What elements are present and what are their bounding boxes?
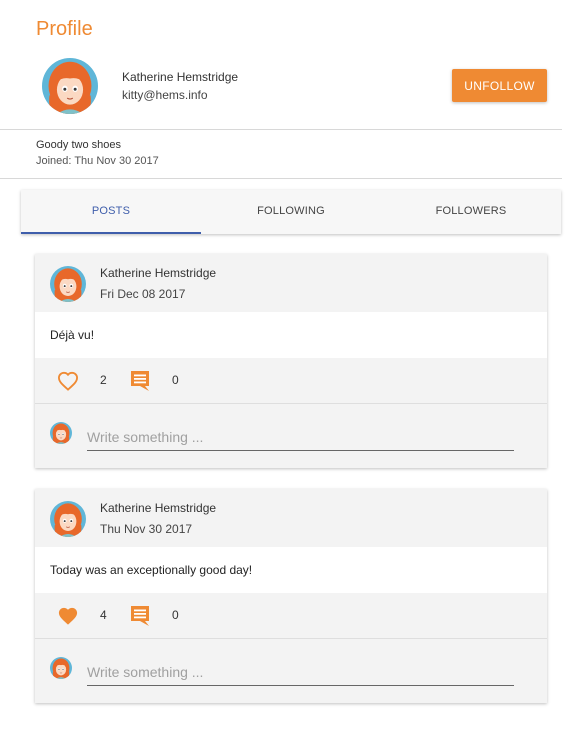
user-avatar-icon <box>50 422 72 444</box>
post-text: Today was an exceptionally good day! <box>35 547 547 593</box>
comment-input[interactable] <box>87 659 514 686</box>
unfollow-button[interactable]: UNFOLLOW <box>452 69 547 102</box>
profile-email: kitty@hems.info <box>122 88 208 102</box>
post-card: Katherine Hemstridge Thu Nov 30 2017 Tod… <box>35 489 547 703</box>
divider <box>0 178 562 179</box>
like-count: 4 <box>100 608 107 622</box>
post-author[interactable]: Katherine Hemstridge <box>100 501 216 515</box>
profile-tabs: POSTS FOLLOWING FOLLOWERS <box>21 190 561 234</box>
comment-composer <box>35 639 547 703</box>
profile-name: Katherine Hemstridge <box>122 70 239 84</box>
comment-composer <box>35 404 547 468</box>
post-header: Katherine Hemstridge Thu Nov 30 2017 <box>35 489 547 547</box>
profile-avatar[interactable] <box>42 58 98 114</box>
user-avatar-icon <box>50 657 72 679</box>
profile-bio: Goody two shoes <box>36 139 121 151</box>
user-avatar-icon <box>42 58 98 114</box>
comment-input[interactable] <box>87 424 514 451</box>
post-date: Thu Nov 30 2017 <box>100 522 193 536</box>
post-text: Déjà vu! <box>35 312 547 358</box>
tab-posts[interactable]: POSTS <box>21 190 201 234</box>
post-date: Fri Dec 08 2017 <box>100 287 186 301</box>
profile-joined-date: Joined: Thu Nov 30 2017 <box>36 155 159 167</box>
comment-count: 0 <box>172 608 179 622</box>
user-avatar-icon <box>50 266 86 302</box>
heart-filled-icon[interactable] <box>57 606 79 626</box>
comment-icon[interactable] <box>130 370 150 392</box>
post-author-avatar[interactable] <box>50 501 86 537</box>
divider <box>0 129 562 130</box>
post-actions: 2 0 <box>35 358 547 404</box>
user-avatar-icon <box>50 501 86 537</box>
post-card: Katherine Hemstridge Fri Dec 08 2017 Déj… <box>35 254 547 468</box>
post-actions: 4 0 <box>35 593 547 639</box>
post-author-avatar[interactable] <box>50 266 86 302</box>
like-count: 2 <box>100 373 107 387</box>
profile-header: Katherine Hemstridge kitty@hems.info UNF… <box>0 56 562 130</box>
heart-outline-icon[interactable] <box>57 371 79 391</box>
tab-followers[interactable]: FOLLOWERS <box>381 190 561 234</box>
comment-count: 0 <box>172 373 179 387</box>
current-user-avatar <box>50 422 72 444</box>
comment-icon[interactable] <box>130 605 150 627</box>
tab-following[interactable]: FOLLOWING <box>201 190 381 234</box>
page-title: Profile <box>36 18 93 40</box>
current-user-avatar <box>50 657 72 679</box>
post-header: Katherine Hemstridge Fri Dec 08 2017 <box>35 254 547 312</box>
post-author[interactable]: Katherine Hemstridge <box>100 266 216 280</box>
